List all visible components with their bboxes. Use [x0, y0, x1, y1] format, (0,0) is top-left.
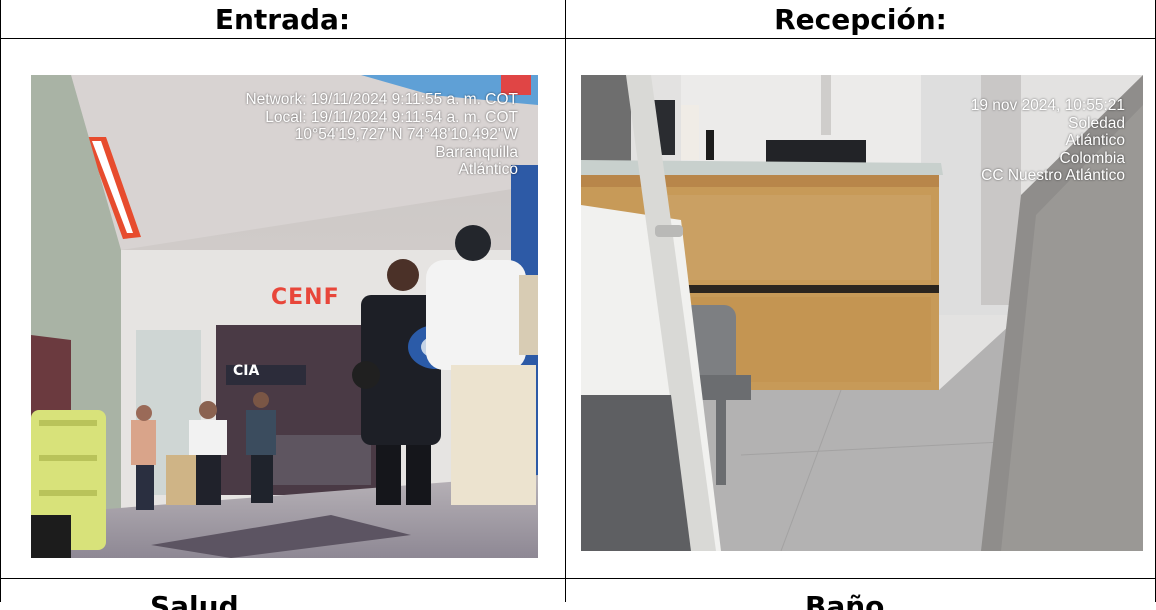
next-row-header-right: Baño: [805, 590, 885, 610]
next-row-header-left: Salud: [150, 590, 239, 610]
overlay-line: 10°54'19,727"N 74°48'10,492"W: [294, 126, 518, 143]
recepcion-photo-timestamp: 19 nov 2024, 10:55:21 Soledad Atlántico …: [971, 97, 1125, 185]
recepcion-photo: 19 nov 2024, 10:55:21 Soledad Atlántico …: [581, 75, 1143, 551]
document-table: Entrada: Recepción: CENF CIA Network: 19…: [0, 0, 1156, 610]
entrada-photo-timestamp: Network: 19/11/2024 9:11:55 a. m. COT Lo…: [245, 91, 518, 179]
column-divider: [565, 0, 566, 602]
overlay-line: Network: 19/11/2024 9:11:55 a. m. COT: [245, 91, 518, 108]
overlay-line: Local: 19/11/2024 9:11:54 a. m. COT: [265, 108, 518, 126]
overlay-line: Colombia: [1059, 149, 1125, 167]
cenf-sign: CENF: [271, 285, 340, 310]
overlay-line: 19 nov 2024, 10:55:21: [970, 97, 1125, 114]
header-recepcion: Recepción:: [774, 2, 947, 36]
header-entrada: Entrada:: [214, 2, 351, 36]
entrada-photo: CENF CIA Network: 19/11/2024 9:11:55 a. …: [31, 75, 538, 558]
overlay-line: Soledad: [1068, 114, 1125, 132]
left-border: [0, 0, 1, 602]
overlay-line: Atlántico: [1065, 132, 1125, 149]
overlay-line: Atlántico: [458, 161, 518, 178]
row-divider: [0, 578, 1156, 579]
header-divider: [0, 38, 1156, 39]
overlay-line: CC Nuestro Atlántico: [981, 167, 1125, 184]
cia-sign: CIA: [233, 363, 260, 379]
overlay-line: Barranquilla: [435, 143, 518, 161]
